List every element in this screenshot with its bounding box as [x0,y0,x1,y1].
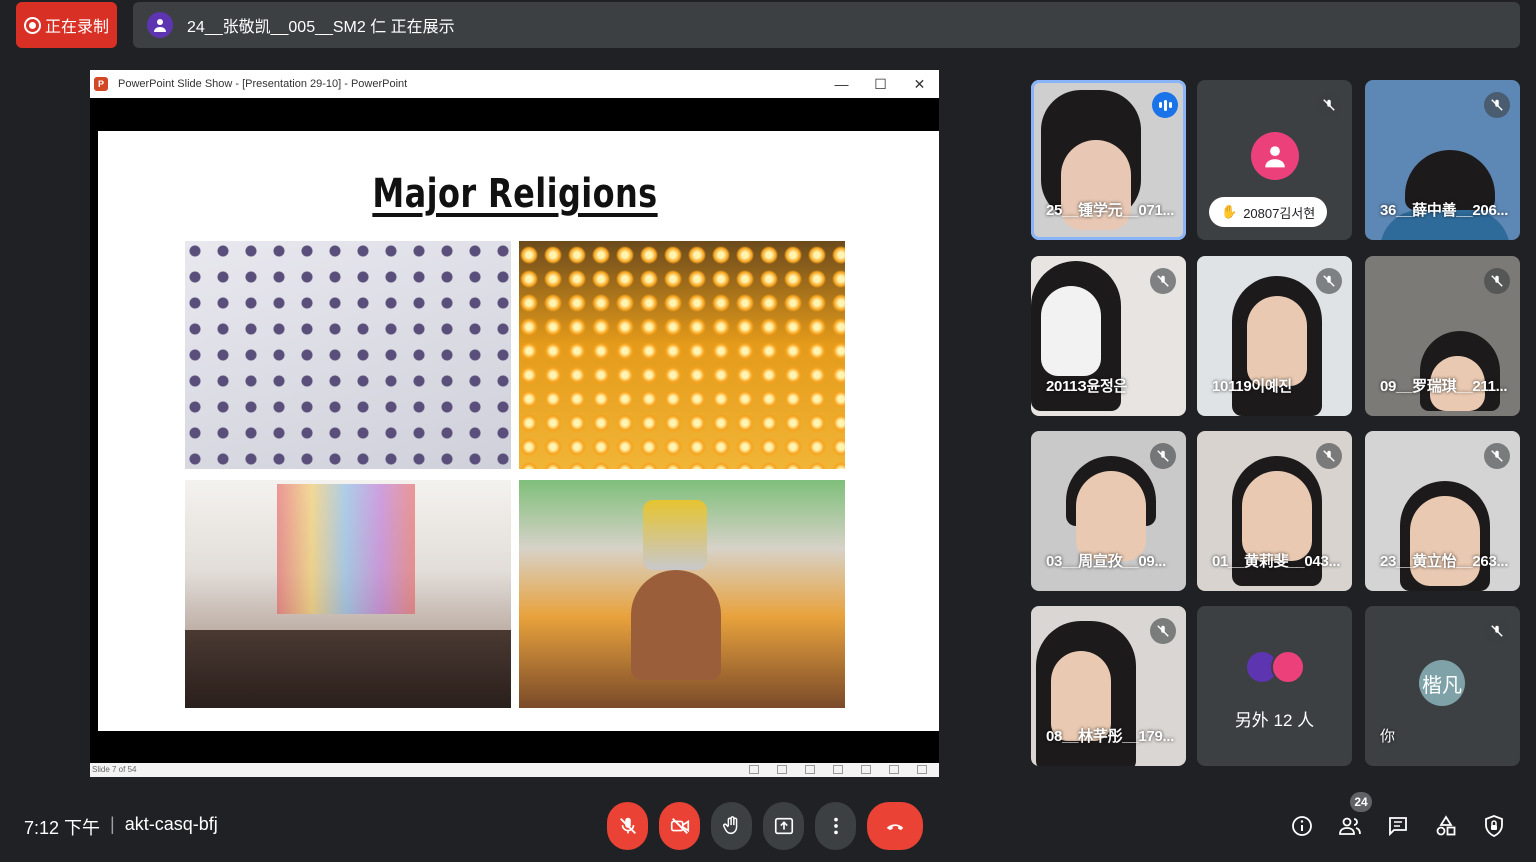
slide-status-bar: Slide 7 of 54 [90,763,939,777]
activities-button[interactable] [1430,810,1462,842]
mic-off-icon [1150,618,1176,644]
mic-off-icon [1484,443,1510,469]
participant-name: 20807김서현 [1243,205,1316,221]
maximize-button[interactable]: ☐ [861,70,900,98]
present-button[interactable] [763,802,804,850]
speaking-icon [1152,92,1178,118]
next-icon[interactable] [805,765,815,774]
participant-name: 25__锺学元__071... [1046,202,1175,219]
people-count-badge: 24 [1350,792,1372,812]
participant-tile[interactable]: 10119이예진 [1197,256,1352,416]
mic-off-icon [1316,92,1342,118]
participant-name: 你 [1380,728,1395,745]
slide: Major Religions [98,131,939,731]
window-title: PowerPoint Slide Show - [Presentation 29… [118,78,408,90]
leave-call-button[interactable] [867,802,923,850]
minimize-button[interactable]: — [822,70,861,98]
participant-tile[interactable]: 2011З윤정은 [1031,256,1186,416]
participant-tile[interactable]: 01__黄莉斐__043... [1197,431,1352,591]
more-options-button[interactable] [815,802,856,850]
others-avatars [1245,650,1307,690]
people-button[interactable] [1334,810,1366,842]
slide-counter: Slide 7 of 54 [92,765,137,774]
participant-name: 01__黄莉斐__043... [1212,553,1341,570]
raised-hand-chip: ✋ 20807김서현 [1209,197,1328,227]
hand-icon: ✋ [1221,204,1238,219]
clock: 7:12 下午 [24,818,101,838]
sorter-view-icon[interactable] [861,765,871,774]
mic-off-icon [1316,443,1342,469]
photo-festival [519,480,845,708]
mic-off-icon [1484,92,1510,118]
camera-toggle-button[interactable] [659,802,700,850]
meeting-info: 7:12 下午 | akt-casq-bfj [24,814,218,840]
info-icon [1292,816,1312,836]
participant-name: 2011З윤정은 [1046,378,1127,395]
mic-off-icon [1150,443,1176,469]
hang-up-icon [886,824,904,831]
photo-prayer [185,241,511,469]
participant-tile[interactable]: 03__周宣孜__09... [1031,431,1186,591]
mic-off-icon [1316,268,1342,294]
raise-hand-button[interactable] [711,802,752,850]
person-icon [147,12,173,38]
participant-name: 09__罗瑞琪__211... [1380,378,1508,395]
participant-tile[interactable]: 25__锺学元__071... [1031,80,1186,240]
avatar: 楷凡 [1419,660,1465,706]
participant-tile[interactable]: 23__黄立怡__263... [1365,431,1520,591]
meeting-code: akt-casq-bfj [124,814,218,834]
recording-label: 正在录制 [44,19,109,36]
presentation-window: P PowerPoint Slide Show - [Presentation … [90,70,939,777]
camera-off-icon [670,818,689,834]
meeting-details-button[interactable] [1286,810,1318,842]
mic-off-icon [1484,268,1510,294]
chat-button[interactable] [1382,810,1414,842]
reading-view-icon[interactable] [889,765,899,774]
record-icon [23,16,41,34]
slide-title: Major Religions [372,171,658,217]
normal-view-icon[interactable] [833,765,843,774]
presenter-text: 24__张敬凯__005__SM2 仁 正在展示 [187,19,455,36]
prev-icon[interactable] [749,765,759,774]
participant-name: 03__周宣孜__09... [1046,553,1167,570]
participant-name: 08__林芊彤__179... [1046,728,1175,745]
slideshow-view-icon[interactable] [917,765,927,774]
powerpoint-icon: P [94,77,108,91]
participant-tile[interactable]: ✋ 20807김서현 [1197,80,1352,240]
self-tile[interactable]: 楷凡 你 [1365,606,1520,766]
present-screen-icon [774,817,793,835]
mic-off-icon [619,817,636,834]
participant-tile[interactable]: 08__林芊彤__179... [1031,606,1186,766]
divider: | [110,814,115,834]
participant-tile[interactable]: 09__罗瑞琪__211... [1365,256,1520,416]
hand-icon [722,816,737,835]
avatar [1251,132,1299,180]
mic-off-icon [1150,268,1176,294]
participant-name: 36__薛中善__206... [1380,202,1509,219]
participant-name: 10119이예진 [1212,378,1292,395]
recording-button[interactable]: 正在录制 [16,2,117,48]
mic-off-icon [1484,618,1510,644]
others-count: 另外 12 人 [1234,711,1315,730]
more-vert-icon [833,817,838,835]
notes-icon[interactable] [777,765,787,774]
window-titlebar: P PowerPoint Slide Show - [Presentation … [90,70,939,98]
chat-icon [1389,817,1407,837]
close-button[interactable]: ✕ [900,70,939,98]
photo-church [185,480,511,708]
photo-candles [519,241,845,469]
participant-tile[interactable]: 36__薛中善__206... [1365,80,1520,240]
presenting-banner: 24__张敬凯__005__SM2 仁 正在展示 [133,2,1520,48]
people-icon [1339,817,1361,835]
mic-toggle-button[interactable] [607,802,648,850]
host-controls-button[interactable] [1478,810,1510,842]
shield-lock-icon [1485,815,1503,837]
shapes-icon [1436,815,1456,836]
participant-name: 23__黄立怡__263... [1380,553,1509,570]
others-tile[interactable]: 另外 12 人 [1197,606,1352,766]
